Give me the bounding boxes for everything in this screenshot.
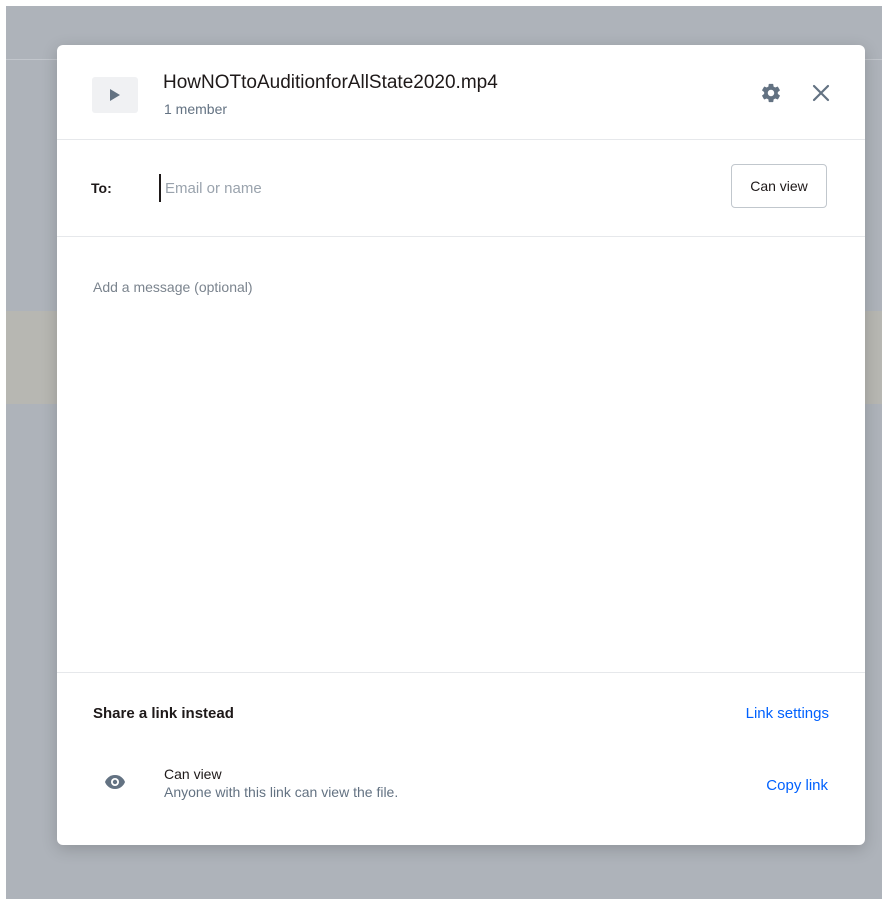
access-level-description: Anyone with this link can view the file. bbox=[164, 784, 399, 800]
recipient-input[interactable] bbox=[159, 174, 615, 202]
file-name: HowNOTtoAuditionforAllState2020.mp4 bbox=[163, 72, 498, 93]
play-icon bbox=[110, 89, 120, 101]
eye-icon bbox=[105, 775, 125, 789]
access-icon-wrapper bbox=[103, 770, 127, 794]
share-link-section: Share a link instead Link settings Can v… bbox=[57, 672, 865, 845]
gear-icon bbox=[762, 83, 780, 103]
share-dialog: HowNOTtoAuditionforAllState2020.mp4 1 me… bbox=[57, 45, 865, 845]
message-input[interactable] bbox=[93, 279, 823, 659]
link-settings-link[interactable]: Link settings bbox=[746, 705, 829, 722]
permission-dropdown[interactable]: Can view bbox=[731, 164, 827, 208]
dialog-header: HowNOTtoAuditionforAllState2020.mp4 1 me… bbox=[57, 45, 865, 140]
access-level-title: Can view bbox=[164, 766, 222, 782]
to-label: To: bbox=[91, 180, 112, 196]
copy-link-button[interactable]: Copy link bbox=[766, 777, 828, 794]
recipient-row: To: Can view bbox=[57, 140, 865, 237]
close-button[interactable] bbox=[809, 81, 833, 105]
share-link-title: Share a link instead bbox=[93, 705, 234, 722]
settings-button[interactable] bbox=[759, 81, 783, 105]
member-count: 1 member bbox=[164, 101, 228, 117]
file-thumbnail bbox=[92, 77, 138, 113]
close-icon bbox=[812, 84, 830, 102]
